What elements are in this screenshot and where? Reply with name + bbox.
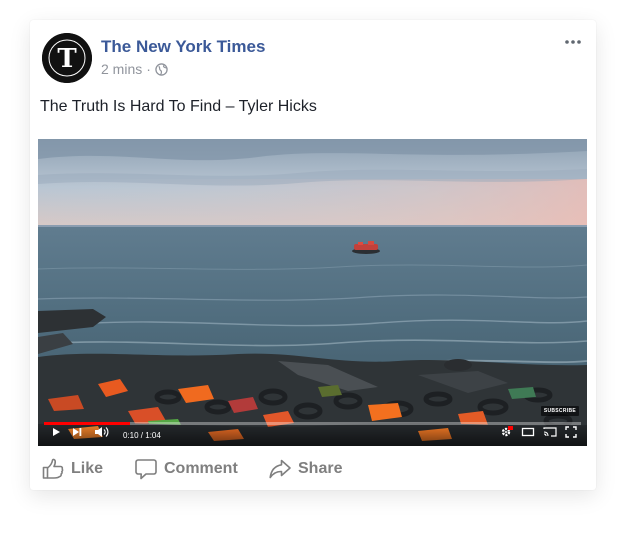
play-button[interactable] — [50, 425, 62, 443]
cast-button[interactable] — [543, 425, 557, 443]
post-timestamp[interactable]: 2 mins — [101, 61, 142, 77]
settings-button[interactable] — [499, 425, 513, 443]
fullscreen-button[interactable] — [565, 425, 577, 443]
comment-label: Comment — [164, 460, 238, 477]
nyt-logo-icon: T — [42, 33, 92, 83]
video-frame — [38, 139, 587, 446]
post-actions-bar: Like Comment Share — [30, 452, 596, 486]
svg-text:T: T — [57, 44, 77, 74]
theater-icon — [521, 427, 535, 437]
share-button[interactable]: Share — [268, 456, 342, 482]
more-options-button[interactable] — [562, 35, 584, 49]
next-button[interactable] — [71, 425, 83, 443]
cast-icon — [543, 427, 557, 437]
settings-icon — [501, 426, 513, 437]
fullscreen-icon — [565, 426, 577, 438]
thumbs-up-icon — [42, 458, 64, 479]
next-icon — [73, 428, 82, 436]
ellipsis-icon — [565, 40, 581, 44]
subscribe-watermark[interactable]: SUBSCRIBE — [540, 406, 579, 416]
post-text: The Truth Is Hard To Find – Tyler Hicks — [40, 98, 317, 115]
like-label: Like — [71, 460, 104, 477]
comment-bubble-icon — [135, 459, 157, 480]
share-label: Share — [298, 460, 343, 477]
video-timestamp: 0:10 / 1:04 — [123, 431, 161, 440]
nyt-logo-avatar[interactable]: T — [42, 33, 92, 83]
comment-button[interactable]: Comment — [134, 456, 238, 482]
globe-icon — [155, 62, 168, 76]
share-arrow-icon — [269, 459, 291, 479]
page-name-link[interactable]: The New York Times — [101, 37, 265, 57]
volume-icon — [95, 427, 109, 437]
play-icon — [53, 428, 60, 436]
theater-mode-button[interactable] — [521, 425, 535, 443]
like-button[interactable]: Like — [41, 456, 103, 482]
meta-separator: · — [146, 61, 151, 77]
post-meta: 2 mins · — [101, 61, 168, 77]
post-card: T The New York Times 2 mins · The Truth … — [30, 20, 596, 490]
video-player[interactable]: SUBSCRIBE 0:10 / 1:04 — [38, 139, 587, 446]
volume-button[interactable] — [94, 425, 110, 443]
